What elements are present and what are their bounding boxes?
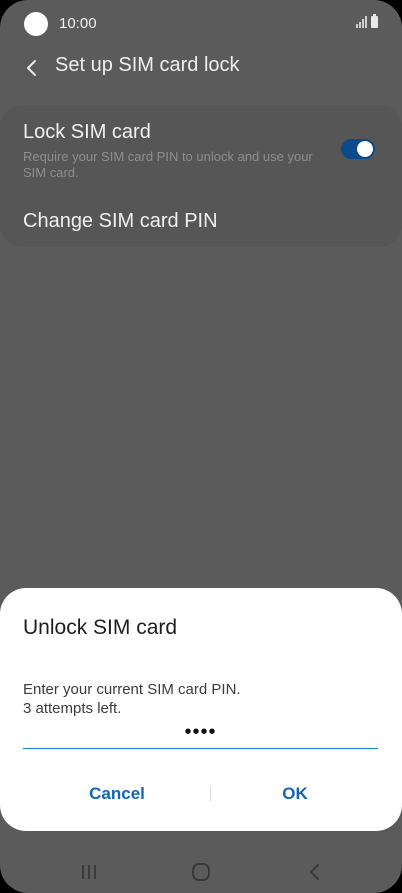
app-header: Set up SIM card lock — [0, 48, 402, 86]
back-arrow-icon — [27, 60, 36, 76]
dialog-message-line1: Enter your current SIM card PIN. — [23, 681, 241, 698]
status-bar: 10:00 — [0, 0, 402, 48]
battery-icon — [371, 14, 378, 28]
back-icon — [310, 864, 319, 880]
ok-button[interactable]: OK — [234, 779, 356, 809]
camera-icon — [24, 12, 48, 36]
change-sim-pin-row[interactable]: Change SIM card PIN — [0, 197, 402, 243]
back-button[interactable] — [16, 52, 48, 84]
pin-input-value: •••• — [184, 721, 217, 743]
signal-icon — [356, 16, 367, 28]
change-sim-pin-label: Change SIM card PIN — [23, 210, 218, 232]
button-divider — [210, 786, 211, 801]
pin-input[interactable]: •••• — [23, 716, 378, 749]
status-icons — [356, 14, 378, 28]
dialog-message: Enter your current SIM card PIN. 3 attem… — [23, 680, 241, 718]
toggle-knob — [355, 139, 375, 159]
unlock-sim-dialog: Unlock SIM card Enter your current SIM c… — [0, 588, 402, 831]
lock-sim-card-description: Require your SIM card PIN to unlock and … — [23, 149, 313, 180]
page-title: Set up SIM card lock — [55, 54, 240, 76]
status-time: 10:00 — [59, 15, 97, 32]
home-icon — [192, 863, 210, 881]
cancel-button[interactable]: Cancel — [56, 779, 178, 809]
lock-sim-card-label: Lock SIM card — [23, 121, 151, 143]
dialog-title: Unlock SIM card — [23, 616, 178, 639]
settings-card: Lock SIM card Require your SIM card PIN … — [0, 105, 402, 247]
home-button[interactable] — [181, 858, 221, 886]
nav-back-button[interactable] — [295, 858, 335, 886]
navigation-bar — [0, 850, 402, 893]
recent-apps-icon — [82, 865, 96, 879]
phone-screen: 10:00 Set up SIM card lock Lock SIM card… — [0, 0, 402, 893]
recent-apps-button[interactable] — [69, 858, 109, 886]
